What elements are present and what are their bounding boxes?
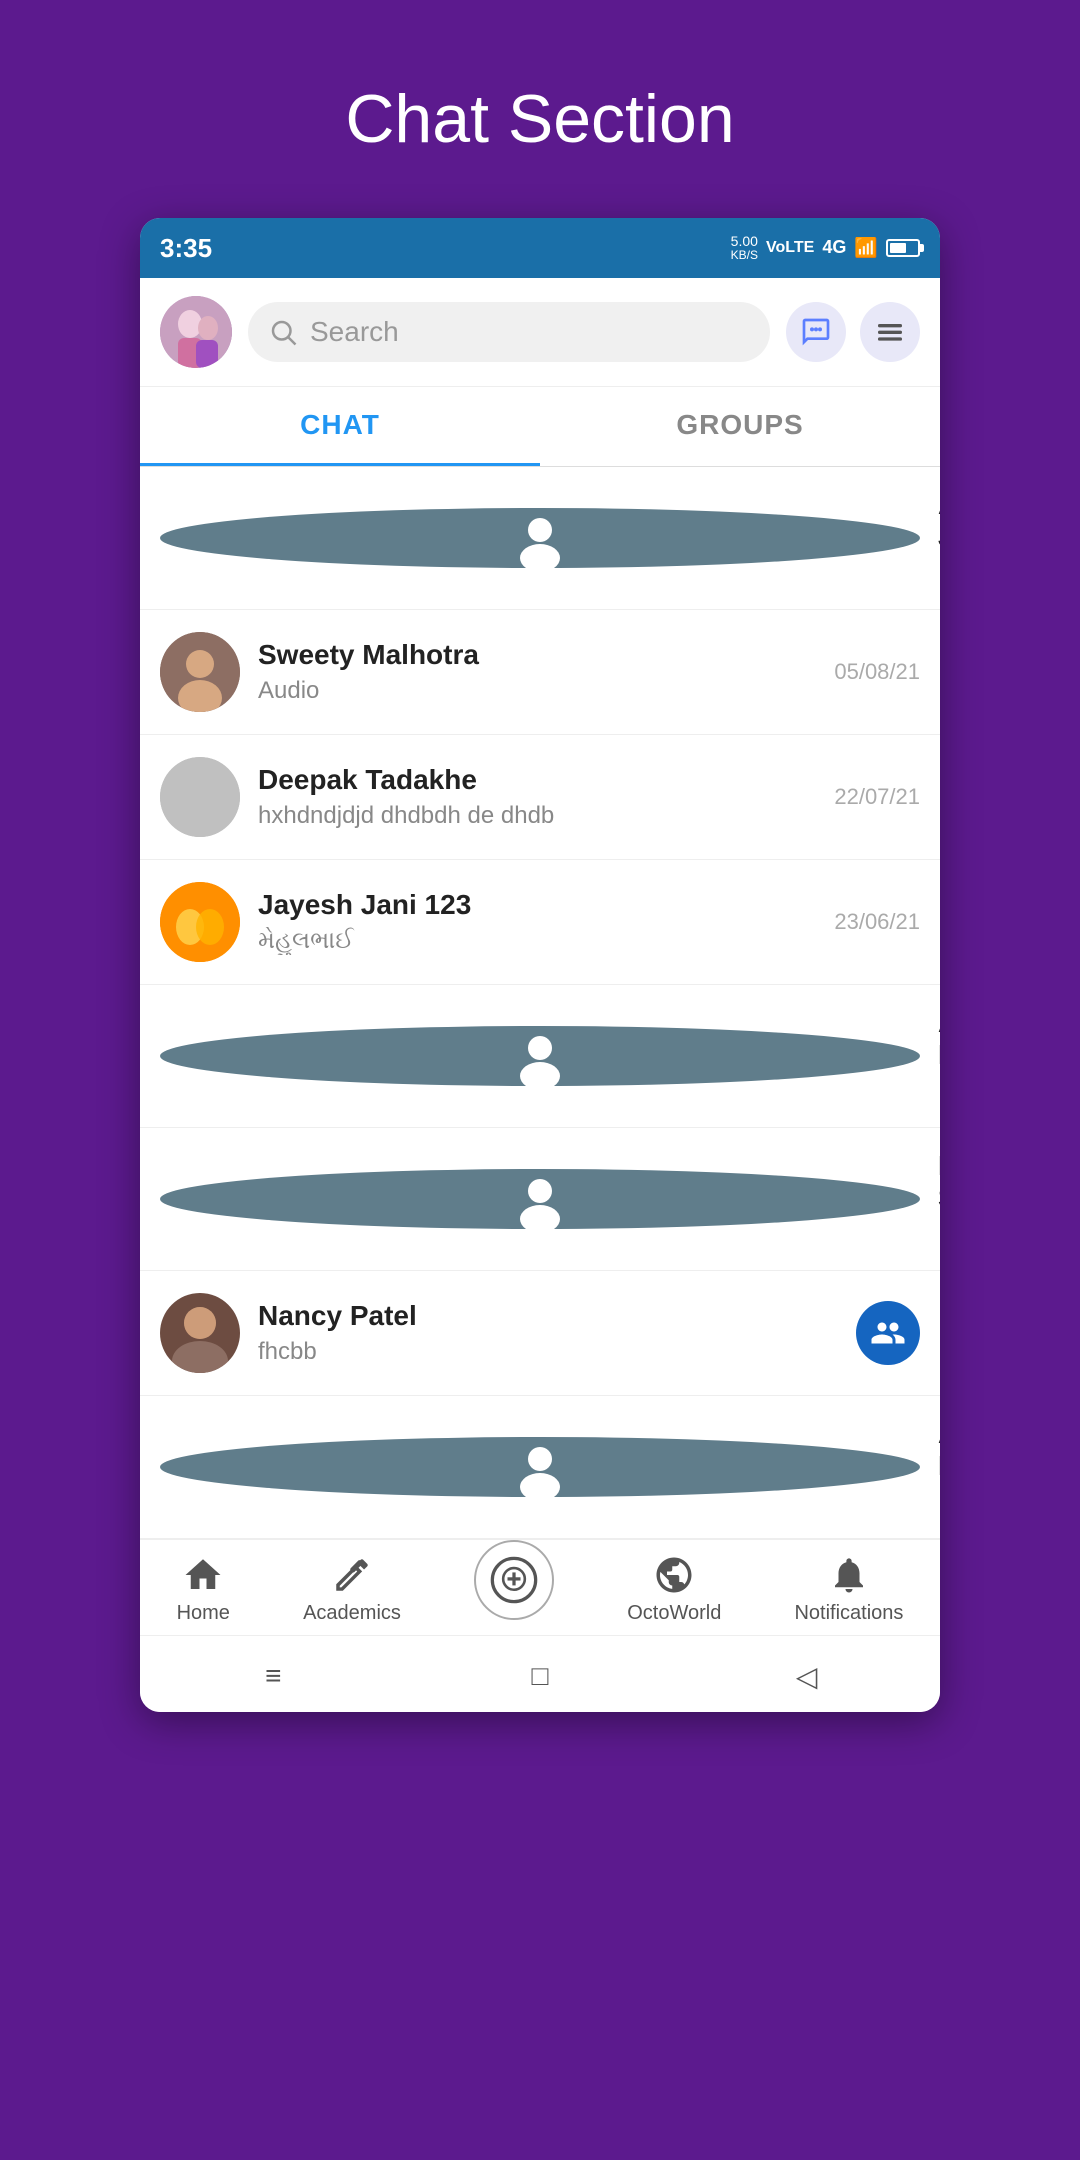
- nav-octoworld-label: OctoWorld: [627, 1602, 721, 1625]
- chat-meta: 23/06/21: [800, 909, 920, 935]
- chat-name: Nancy Patel: [258, 1300, 782, 1332]
- avatar: [160, 632, 240, 712]
- battery-icon: [886, 239, 920, 257]
- search-bar[interactable]: Search: [248, 302, 770, 362]
- 4g-icon: 4G: [822, 237, 846, 258]
- nav-notifications[interactable]: Notifications: [784, 1554, 913, 1625]
- globe-icon: [653, 1554, 695, 1596]
- page-title: Chat Section: [345, 80, 734, 158]
- chat-info: Nancy Patel fhcbb: [258, 1300, 782, 1366]
- volte-icon: VoLTE: [766, 239, 814, 257]
- menu-button[interactable]: [860, 302, 920, 362]
- chat-date: 22/07/21: [834, 784, 920, 810]
- list-item[interactable]: Jayesh Jani 123 મેહુલભાઈ 23/06/21: [140, 860, 940, 985]
- list-item[interactable]: Ankit Patel Image 21/06/21: [140, 985, 940, 1128]
- signal-icon: 📶: [854, 236, 878, 260]
- chat-date: 05/08/21: [834, 659, 920, 685]
- chat-name: Jayesh Jani 123: [258, 889, 782, 921]
- tabs: CHAT GROUPS: [140, 387, 940, 467]
- list-item[interactable]: Arjun Kumar Image: [140, 1396, 940, 1539]
- list-item[interactable]: Sweety Malhotra Audio 05/08/21: [140, 610, 940, 735]
- chat-list: Ankur Joshi Image 14/08/21 Sweety Malhot…: [140, 467, 940, 1539]
- chat-info: Jayesh Jani 123 મેહુલભાઈ: [258, 889, 782, 955]
- chat-name: Deepak Tadakhe: [258, 764, 782, 796]
- avatar: [160, 1026, 920, 1086]
- nav-center-icon: [474, 1540, 554, 1620]
- chat-preview: મેહુલભાઈ: [258, 927, 782, 955]
- android-nav: ≡ □ ◁: [140, 1635, 940, 1712]
- avatar: [160, 757, 240, 837]
- menu-icon: [874, 316, 906, 348]
- chat-date: 23/06/21: [834, 909, 920, 935]
- network-speed: 5.00 KB/S: [731, 234, 758, 263]
- chat-preview: hxhdndjdjd dhdbdh de dhdb: [258, 802, 782, 830]
- chat-bubble-icon: [800, 316, 832, 348]
- tab-chat[interactable]: CHAT: [140, 387, 540, 466]
- android-back-button[interactable]: ◁: [785, 1654, 829, 1698]
- user-avatar[interactable]: [160, 296, 232, 368]
- chat-name: Sweety Malhotra: [258, 639, 782, 671]
- new-chat-button[interactable]: [786, 302, 846, 362]
- home-icon: [182, 1554, 224, 1596]
- nav-home[interactable]: Home: [167, 1554, 240, 1625]
- chat-info: Deepak Tadakhe hxhdndjdjd dhdbdh de dhdb: [258, 764, 782, 830]
- avatar: [160, 1293, 240, 1373]
- search-placeholder: Search: [310, 316, 399, 348]
- status-time: 3:35: [160, 233, 212, 264]
- avatar: [160, 508, 920, 568]
- nav-home-label: Home: [177, 1602, 230, 1625]
- nav-octoworld[interactable]: OctoWorld: [617, 1554, 731, 1625]
- chat-preview: Audio: [258, 677, 782, 705]
- bell-icon: [828, 1554, 870, 1596]
- avatar: [160, 1169, 920, 1229]
- list-item[interactable]: Bharat Sinha Audio 13/06/21: [140, 1128, 940, 1271]
- android-home-button[interactable]: □: [518, 1654, 562, 1698]
- chat-preview: fhcbb: [258, 1338, 782, 1366]
- bottom-nav: Home Academics OctoWorld: [140, 1539, 940, 1635]
- fab-group-button[interactable]: [856, 1301, 920, 1365]
- android-menu-button[interactable]: ≡: [251, 1654, 295, 1698]
- chat-meta: 05/08/21: [800, 659, 920, 685]
- search-icon: [268, 317, 298, 347]
- header-icons: [786, 302, 920, 362]
- group-icon: [870, 1315, 906, 1351]
- android-back-icon: ◁: [796, 1660, 818, 1693]
- list-item[interactable]: Nancy Patel fhcbb: [140, 1271, 940, 1396]
- nav-academics[interactable]: Academics: [293, 1554, 411, 1625]
- avatar: [160, 1437, 920, 1497]
- nav-plus[interactable]: [464, 1560, 564, 1620]
- phone-frame: 3:35 5.00 KB/S VoLTE 4G 📶: [140, 218, 940, 1712]
- pencil-ruler-icon: [331, 1554, 373, 1596]
- chat-meta: [800, 1301, 920, 1365]
- chat-meta: 22/07/21: [800, 784, 920, 810]
- status-bar: 3:35 5.00 KB/S VoLTE 4G 📶: [140, 218, 940, 278]
- plus-badge-icon: [488, 1554, 540, 1606]
- status-icons: 5.00 KB/S VoLTE 4G 📶: [731, 234, 920, 263]
- header: Search: [140, 278, 940, 387]
- tab-groups[interactable]: GROUPS: [540, 387, 940, 466]
- android-home-icon: □: [532, 1660, 549, 1692]
- nav-academics-label: Academics: [303, 1602, 401, 1625]
- android-menu-icon: ≡: [265, 1660, 281, 1692]
- list-item[interactable]: Deepak Tadakhe hxhdndjdjd dhdbdh de dhdb…: [140, 735, 940, 860]
- list-item[interactable]: Ankur Joshi Image 14/08/21: [140, 467, 940, 610]
- chat-info: Sweety Malhotra Audio: [258, 639, 782, 705]
- avatar: [160, 882, 240, 962]
- nav-notifications-label: Notifications: [794, 1602, 903, 1625]
